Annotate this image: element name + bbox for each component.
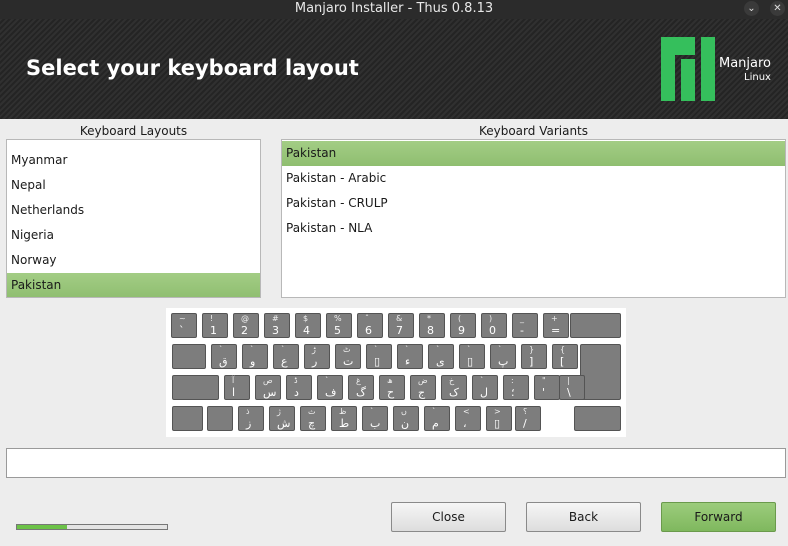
layouts-list[interactable]: Myanmar Nepal Netherlands Nigeria Norway… xyxy=(6,139,261,298)
key: ڈد xyxy=(286,375,312,400)
key: غگ xyxy=(348,375,374,400)
key: (9 xyxy=(450,313,476,338)
key: ˋف xyxy=(317,375,343,400)
key: ˋ ▯ xyxy=(366,344,392,369)
key: ˋء xyxy=(397,344,423,369)
key: ڑر xyxy=(304,344,330,369)
window-titlebar: Manjaro Installer - Thus 0.8.13 ⌄ ✕ xyxy=(0,0,788,19)
layout-item-nepal[interactable]: Nepal xyxy=(7,173,260,198)
back-button[interactable]: Back xyxy=(526,502,641,532)
key: ظط xyxy=(331,406,357,431)
key: ثچ xyxy=(300,406,326,431)
key: ~ ˋ xyxy=(171,313,197,338)
key: @2 xyxy=(233,313,259,338)
key: * 8 xyxy=(419,313,445,338)
enter-key xyxy=(580,344,621,400)
variant-item-pakistan[interactable]: Pakistan xyxy=(282,141,785,166)
backspace-key xyxy=(570,313,621,338)
header-banner: Select your keyboard layout Manjaro Linu… xyxy=(0,19,788,119)
key: ضج xyxy=(410,375,436,400)
variant-item-pakistan-nla[interactable]: Pakistan - NLA xyxy=(282,216,785,241)
keyboard-preview: ~ ˋ ! 1 @2 #3 $4 % 5 ˆ6 & 7 * 8 (9 ) 0 _ - + = ˋ… xyxy=(166,308,626,437)
key: خک xyxy=(441,375,467,400)
layout-item-netherlands[interactable]: Netherlands xyxy=(7,198,260,223)
key: $4 xyxy=(295,313,321,338)
key: % 5 xyxy=(326,313,352,338)
caps-lock-key xyxy=(172,375,219,400)
key: ˋم xyxy=(424,406,450,431)
key: آا xyxy=(224,375,250,400)
close-button[interactable]: Close xyxy=(391,502,506,532)
key: ھح xyxy=(379,375,405,400)
key: #3 xyxy=(264,313,290,338)
right-shift-key xyxy=(574,406,621,431)
key: ژش xyxy=(269,406,295,431)
key: ) 0 xyxy=(481,313,507,338)
key: < ، xyxy=(455,406,481,431)
key xyxy=(207,406,233,431)
key: {[ xyxy=(552,344,578,369)
key: ˋ ▯ xyxy=(459,344,485,369)
key: & 7 xyxy=(388,313,414,338)
layouts-title: Keyboard Layouts xyxy=(79,124,188,138)
keyboard-test-input[interactable] xyxy=(6,448,786,478)
left-shift-key xyxy=(172,406,203,431)
layout-item-myanmar[interactable]: Myanmar xyxy=(7,148,260,173)
key: ذز xyxy=(238,406,264,431)
layout-item-nigeria[interactable]: Nigeria xyxy=(7,223,260,248)
key: + = xyxy=(543,313,569,338)
key: " ' xyxy=(534,375,560,400)
key: : ؛ xyxy=(503,375,529,400)
key: ˋق xyxy=(211,344,237,369)
key: ٹت xyxy=(335,344,361,369)
page-title: Select your keyboard layout xyxy=(26,56,359,80)
key: ˋو xyxy=(242,344,268,369)
layout-item-pakistan[interactable]: Pakistan xyxy=(7,273,260,297)
key: _ - xyxy=(512,313,538,338)
key: ںن xyxy=(393,406,419,431)
key: | \ xyxy=(559,375,585,400)
logo-subtext: Linux xyxy=(744,72,771,83)
logo-text: Manjaro xyxy=(719,56,772,71)
key: صس xyxy=(255,375,281,400)
forward-button[interactable]: Forward xyxy=(661,502,776,532)
key: ˋی xyxy=(428,344,454,369)
key: > ▯ xyxy=(486,406,512,431)
key: }] xyxy=(521,344,547,369)
key: ˆ6 xyxy=(357,313,383,338)
key: ˋع xyxy=(273,344,299,369)
variant-item-pakistan-arabic[interactable]: Pakistan - Arabic xyxy=(282,166,785,191)
progress-bar xyxy=(16,524,168,530)
key: ˋب xyxy=(362,406,388,431)
variant-item-pakistan-crulp[interactable]: Pakistan - CRULP xyxy=(282,191,785,216)
key: ؟ / xyxy=(515,406,541,431)
manjaro-logo-icon xyxy=(661,37,715,101)
layout-item-norway[interactable]: Norway xyxy=(7,248,260,273)
window-title: Manjaro Installer - Thus 0.8.13 xyxy=(294,1,494,16)
progress-fill xyxy=(17,525,67,529)
close-window-icon[interactable]: ✕ xyxy=(770,1,785,16)
key: ˋل xyxy=(472,375,498,400)
tab-key xyxy=(172,344,206,369)
variants-title: Keyboard Variants xyxy=(478,124,589,138)
minimize-icon[interactable]: ⌄ xyxy=(744,1,759,16)
variants-list[interactable]: Pakistan Pakistan - Arabic Pakistan - CR… xyxy=(281,139,786,298)
key: ˋپ xyxy=(490,344,516,369)
key: ! 1 xyxy=(202,313,228,338)
